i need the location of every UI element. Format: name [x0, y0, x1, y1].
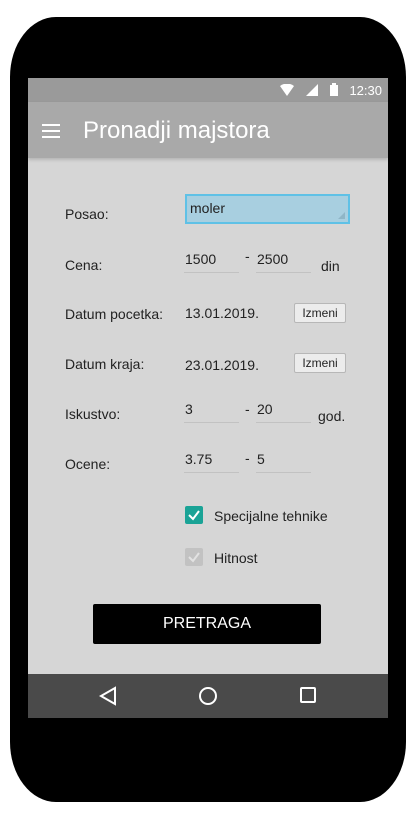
izmeni-kraj-button[interactable]: Izmeni — [294, 353, 346, 373]
signal-icon — [306, 83, 318, 96]
datum-kraja-value: 23.01.2019. — [185, 357, 259, 373]
cena-from-field[interactable]: 1500 — [184, 250, 239, 273]
page-title: Pronadji majstora — [83, 117, 270, 144]
app-bar: Pronadji majstora — [28, 102, 388, 158]
cena-dash: - — [245, 248, 250, 264]
cena-to-field[interactable]: 2500 — [256, 250, 311, 273]
iskustvo-from-field[interactable]: 3 — [184, 400, 239, 423]
pretraga-button[interactable]: PRETRAGA — [93, 604, 321, 644]
cena-unit: din — [321, 258, 340, 274]
datum-kraja-label: Datum kraja: — [65, 356, 145, 372]
checkmark-icon — [188, 552, 200, 563]
status-icons — [280, 83, 338, 96]
cena-label: Cena: — [65, 257, 103, 273]
posao-value: moler — [190, 200, 226, 216]
home-icon[interactable] — [198, 686, 218, 706]
iskustvo-label: Iskustvo: — [65, 406, 121, 422]
specijalne-tehnike-checkbox[interactable] — [185, 506, 203, 524]
iskustvo-unit: god. — [318, 408, 346, 424]
app-screen: 12:30 Pronadji majstora Posao: moler Cen… — [28, 78, 388, 718]
specijalne-tehnike-label: Specijalne tehnike — [214, 508, 328, 524]
ocene-dash: - — [245, 450, 250, 466]
ocene-label: Ocene: — [65, 456, 111, 472]
status-time: 12:30 — [349, 83, 382, 98]
datum-pocetka-label: Datum pocetka: — [65, 306, 164, 322]
posao-dropdown[interactable]: moler — [185, 194, 350, 224]
posao-label: Posao: — [65, 206, 109, 222]
back-icon[interactable] — [99, 686, 117, 706]
ocene-from-field[interactable]: 3.75 — [184, 450, 239, 473]
dropdown-caret-icon — [338, 212, 345, 219]
checkmark-icon — [188, 510, 200, 521]
status-bar: 12:30 — [28, 78, 388, 102]
hitnost-label: Hitnost — [214, 550, 258, 566]
wifi-icon — [280, 83, 294, 96]
datum-pocetka-value: 13.01.2019. — [185, 305, 259, 321]
iskustvo-to-field[interactable]: 20 — [256, 400, 311, 423]
recents-icon[interactable] — [299, 686, 317, 704]
hitnost-checkbox[interactable] — [185, 548, 203, 566]
menu-icon[interactable] — [42, 124, 60, 138]
ocene-to-field[interactable]: 5 — [256, 450, 311, 473]
iskustvo-dash: - — [245, 401, 250, 417]
izmeni-pocetak-button[interactable]: Izmeni — [294, 303, 346, 323]
battery-icon — [330, 83, 338, 96]
navigation-bar — [28, 674, 388, 718]
